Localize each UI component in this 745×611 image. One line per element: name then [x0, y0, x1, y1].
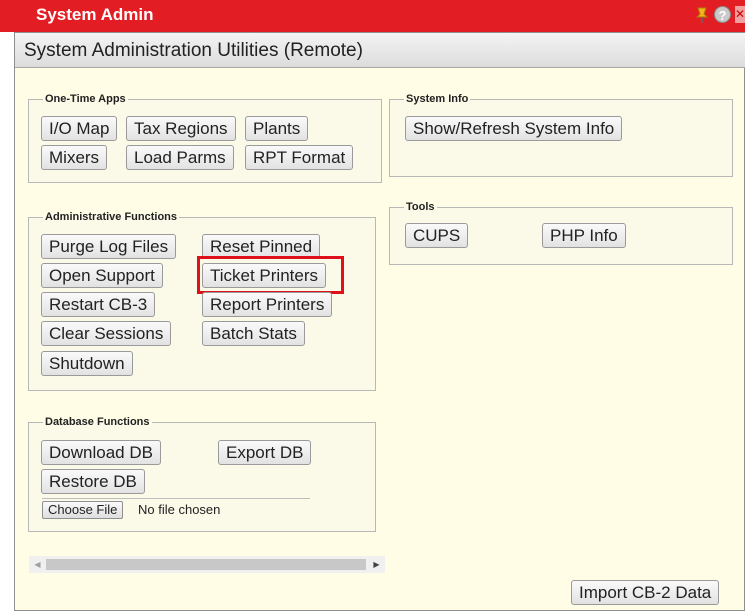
window-header: System Administration Utilities (Remote) [15, 33, 745, 68]
admin-functions-legend: Administrative Functions [45, 211, 178, 223]
cups-button[interactable]: CUPS [405, 223, 469, 248]
tools-legend: Tools [406, 201, 435, 213]
database-functions-legend: Database Functions [45, 416, 150, 428]
scroll-left-arrow-icon[interactable]: ◀ [29, 556, 46, 573]
window-title: System Administration Utilities (Remote) [24, 40, 363, 61]
load-parms-button[interactable]: Load Parms [126, 145, 234, 170]
help-icon[interactable]: ? [714, 6, 731, 23]
scroll-right-arrow-icon[interactable]: ▶ [368, 556, 385, 573]
choose-file-button[interactable]: Choose File [42, 501, 124, 519]
titlebar: System Admin ? ✕ [0, 0, 745, 32]
download-db-button[interactable]: Download DB [41, 440, 161, 465]
tax-regions-button[interactable]: Tax Regions [126, 116, 236, 141]
file-status-text: No file chosen [138, 502, 221, 517]
mixers-button[interactable]: Mixers [41, 145, 108, 170]
php-info-button[interactable]: PHP Info [542, 223, 626, 248]
one-time-apps-legend: One-Time Apps [45, 93, 126, 105]
rpt-format-button[interactable]: RPT Format [245, 145, 354, 170]
show-refresh-system-info-button[interactable]: Show/Refresh System Info [405, 116, 623, 141]
pin-icon[interactable] [694, 6, 710, 24]
app-title: System Admin [36, 5, 154, 24]
report-printers-button[interactable]: Report Printers [202, 292, 333, 317]
horizontal-scrollbar[interactable]: ◀ ▶ [29, 556, 385, 573]
file-input-row: Choose File No file chosen [42, 498, 310, 520]
scrollbar-thumb[interactable] [46, 559, 366, 570]
open-support-button[interactable]: Open Support [41, 263, 163, 288]
plants-button[interactable]: Plants [245, 116, 309, 141]
titlebar-icons: ? ✕ [694, 6, 745, 24]
shutdown-button[interactable]: Shutdown [41, 351, 133, 376]
purge-log-files-button[interactable]: Purge Log Files [41, 234, 177, 259]
import-cb2-data-button[interactable]: Import CB-2 Data [571, 580, 720, 605]
export-db-button[interactable]: Export DB [218, 440, 312, 465]
restart-cb3-button[interactable]: Restart CB-3 [41, 292, 156, 317]
clear-sessions-button[interactable]: Clear Sessions [41, 321, 172, 346]
batch-stats-button[interactable]: Batch Stats [202, 321, 305, 346]
system-info-legend: System Info [406, 93, 469, 105]
admin-window: System Administration Utilities (Remote)… [14, 32, 745, 611]
ticket-printers-highlight [197, 256, 344, 294]
close-icon[interactable]: ✕ [735, 6, 745, 23]
io-map-button[interactable]: I/O Map [41, 116, 118, 141]
restore-db-button[interactable]: Restore DB [41, 469, 145, 494]
